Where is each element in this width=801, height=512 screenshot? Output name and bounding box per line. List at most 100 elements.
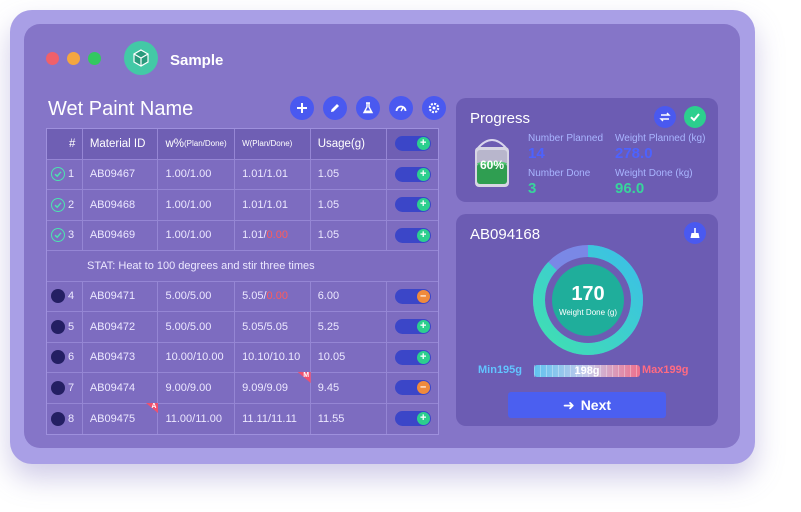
pending-circle-icon (51, 319, 65, 334)
row-toggle[interactable]: – (394, 380, 431, 396)
gauge-button[interactable] (389, 96, 413, 120)
table-row[interactable]: 6 AB09473 10.00/10.00 10.10/10.10 10.05 + (47, 342, 438, 373)
w-done: 0.00 (266, 290, 288, 303)
w-plan: 5.05/ (242, 320, 267, 333)
gauge-icon (395, 105, 407, 112)
flask-icon (362, 102, 374, 114)
arrow-right-icon: ➜ (562, 396, 575, 413)
row-index: 7 (68, 381, 75, 394)
header-w: W (Plan/Done) (235, 129, 311, 159)
broom-icon (690, 228, 700, 238)
weight-done-value: 96.0 (615, 180, 645, 197)
pending-circle-icon (51, 380, 65, 395)
plus-icon: + (416, 320, 430, 334)
swap-icon (659, 112, 671, 122)
table-row[interactable]: 4 AB09471 5.00/5.00 5.05/0.00 6.00– (47, 281, 438, 312)
usage-cell: 6.00 (311, 281, 388, 311)
minus-icon: – (416, 381, 430, 395)
w-cell: 5.05/5.05 (235, 312, 311, 342)
w-done: 10.10 (272, 351, 301, 364)
row-index: 8 (68, 412, 75, 425)
w-done: 1.01 (266, 168, 288, 181)
app-title: Sample (170, 52, 224, 69)
row-toggle[interactable]: + (394, 349, 431, 365)
w-cell: 1.01/1.01 (235, 190, 311, 220)
settings-button[interactable] (422, 96, 446, 120)
toggle-cell: + (387, 190, 438, 220)
table-row[interactable]: 2 AB09468 1.00/1.00 1.01/1.01 1.05 + (47, 190, 438, 221)
number-done-label: Number Done (528, 168, 591, 179)
toolbar (290, 96, 446, 120)
number-planned-value: 14 (528, 145, 545, 162)
next-button[interactable]: ➜ Next (508, 392, 666, 418)
number-done-value: 3 (528, 180, 537, 197)
row-toggle[interactable]: + (394, 319, 431, 335)
row-toggle[interactable]: + (394, 197, 431, 213)
w-plan: 5.05/ (242, 290, 267, 303)
usage-cell: 1.05 (311, 220, 388, 250)
toggle-cell: + (387, 343, 438, 373)
flag-badge: A (145, 402, 159, 414)
swap-button[interactable] (654, 106, 676, 128)
stat-note: STAT: Heat to 100 degrees and stir three… (47, 251, 438, 282)
add-button[interactable] (290, 96, 314, 120)
minimize-dot[interactable] (67, 52, 80, 65)
material-cell: AB09467 (83, 159, 159, 189)
w-cell: 5.05/0.00 (235, 281, 311, 311)
material-cell: AB09471 (83, 281, 159, 311)
header-w-pct-sub: (Plan/Done) (183, 139, 227, 149)
w-cell: 10.10/10.10 (235, 342, 311, 372)
header-material: Material ID (83, 129, 159, 159)
w-cell: 1.01/0.00 (235, 220, 311, 250)
w-plan: 1.01/ (242, 229, 267, 242)
table-row[interactable]: 5 AB09472 5.00/5.00 5.05/5.05 5.25 + (47, 312, 438, 343)
usage-cell: 10.05 (311, 342, 388, 372)
status-cell: 4 (47, 281, 83, 311)
table-row[interactable]: 3 AB09469 1.00/1.00 1.01/0.00 1.05 + (47, 220, 438, 251)
range-bar: 198g (534, 365, 640, 377)
status-cell: 3 (47, 220, 83, 250)
table-row[interactable]: 8 AB09475 A 11.00/11.00 11.11/11.11 11.55 + (47, 402, 438, 434)
maximize-dot[interactable] (88, 52, 101, 65)
toggle-all[interactable]: + (394, 136, 431, 152)
row-toggle[interactable]: – (394, 288, 431, 304)
row-index: 1 (68, 168, 75, 181)
row-index: 6 (68, 351, 75, 364)
traffic-lights (46, 52, 101, 65)
header-w-sub: (Plan/Done) (249, 139, 293, 149)
row-toggle[interactable]: + (394, 166, 431, 182)
plus-icon: + (416, 228, 430, 242)
status-cell: 6 (47, 342, 83, 372)
row-toggle[interactable]: + (394, 227, 431, 243)
plus-icon (297, 103, 307, 113)
edit-button[interactable] (323, 96, 347, 120)
row-toggle[interactable]: + (394, 411, 431, 427)
check-icon (690, 113, 700, 122)
table-row[interactable]: 7 AB09474 9.00/9.00 9.09/9.09 M 9.45 – (47, 372, 438, 404)
clean-button[interactable] (684, 222, 706, 244)
row-index: 3 (68, 229, 75, 242)
usage-cell: 1.05 (311, 190, 388, 220)
table-row[interactable]: 1 AB09467 1.00/1.00 1.01/1.01 1.05 + (47, 159, 438, 190)
weight-planned-label: Weight Planned (kg) (615, 133, 706, 144)
number-planned-label: Number Planned (528, 133, 604, 144)
w-plan: 1.01/ (242, 198, 267, 211)
toggle-cell: – (387, 282, 438, 312)
w-done: 5.05 (266, 320, 288, 333)
usage-cell: 9.45 (311, 373, 388, 403)
status-cell: 8 (47, 403, 83, 434)
table-body: 1 AB09467 1.00/1.00 1.01/1.01 1.05 +2 AB09468 1… (47, 159, 438, 434)
pending-circle-icon (51, 411, 65, 426)
w-plan: 9.09/ (242, 381, 267, 394)
flask-button[interactable] (356, 96, 380, 120)
material-cell: AB09469 (83, 220, 159, 250)
w-done: 9.09 (266, 381, 288, 394)
usage-cell: 1.05 (311, 159, 388, 189)
next-label: Next (580, 397, 612, 413)
toggle-cell: + (387, 312, 438, 342)
w-done: 1.01 (266, 198, 288, 211)
confirm-button[interactable] (684, 106, 706, 128)
close-dot[interactable] (46, 52, 59, 65)
header-index-label: # (69, 137, 76, 150)
current-weight: 198g (574, 365, 600, 377)
